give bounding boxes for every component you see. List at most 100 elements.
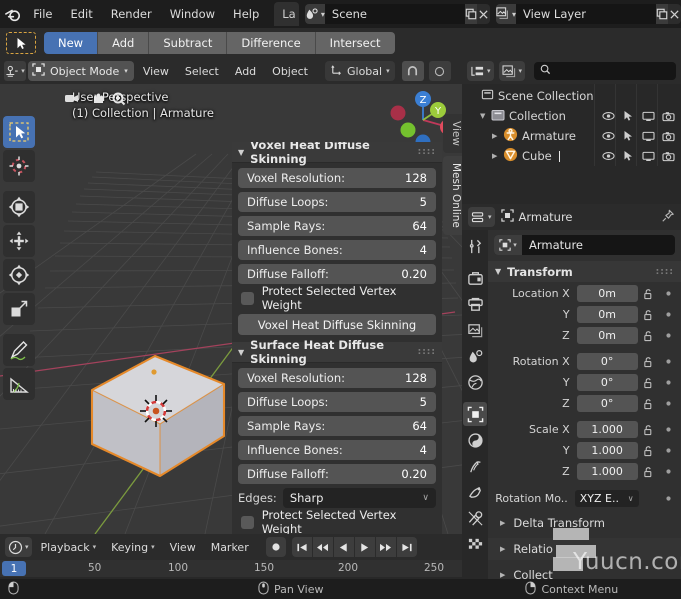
object-id-field[interactable]: ▾ Armature bbox=[494, 235, 675, 255]
object-icon[interactable]: ▾ bbox=[494, 235, 522, 255]
triangle-right-icon[interactable]: ▶ bbox=[492, 132, 503, 140]
monitor-icon[interactable] bbox=[638, 127, 658, 145]
animate-dot-icon[interactable] bbox=[659, 468, 677, 475]
snap-magnet-icon[interactable] bbox=[401, 61, 424, 81]
menu-render[interactable]: Render bbox=[102, 4, 161, 24]
field-influence-bones[interactable]: Influence Bones: 4 bbox=[238, 440, 436, 460]
sidebar-tab-mesh-online[interactable]: Mesh Online bbox=[443, 155, 462, 235]
timeline-editor-icon[interactable]: ▾ bbox=[5, 537, 32, 557]
menu-edit[interactable]: Edit bbox=[61, 4, 101, 24]
object-icon[interactable] bbox=[463, 402, 487, 426]
transform-orientation-selector[interactable]: Global ▾ bbox=[324, 61, 395, 81]
particles-icon[interactable] bbox=[463, 454, 487, 478]
close-icon[interactable] bbox=[477, 4, 490, 24]
output-icon[interactable] bbox=[463, 292, 487, 316]
field-voxel-resolution[interactable]: Voxel Resolution: 128 bbox=[238, 168, 436, 188]
outliner-filter-icon[interactable]: ▾ bbox=[498, 61, 526, 81]
outliner-row-armature[interactable]: ▶ Armature bbox=[462, 126, 681, 146]
record-icon[interactable] bbox=[265, 537, 286, 557]
camera-icon[interactable] bbox=[658, 147, 678, 165]
unlocked-icon[interactable] bbox=[638, 424, 660, 436]
unlocked-icon[interactable] bbox=[638, 330, 660, 342]
row-value[interactable]: 1.000 bbox=[576, 463, 638, 480]
row-value[interactable]: 1.000 bbox=[576, 442, 638, 459]
field-diffuse-falloff[interactable]: Diffuse Falloff: 0.20 bbox=[238, 464, 436, 484]
unlocked-icon[interactable] bbox=[638, 398, 660, 410]
tool-icon[interactable] bbox=[463, 234, 487, 258]
annotate-tool-icon[interactable] bbox=[3, 334, 35, 366]
mode-selector[interactable]: Object Mode ▾ bbox=[28, 61, 134, 81]
timeline-menu-keying[interactable]: Keying ▾ bbox=[105, 539, 160, 556]
edges-dropdown[interactable]: Sharp ∨ bbox=[282, 488, 436, 508]
scene-selector[interactable]: ▾ Scene bbox=[304, 4, 490, 24]
row-value[interactable]: 0° bbox=[576, 374, 638, 391]
timeline-menu-marker[interactable]: Marker bbox=[205, 539, 255, 556]
pin-icon[interactable] bbox=[661, 209, 675, 226]
tweak-select-icon[interactable] bbox=[6, 32, 36, 54]
field-sample-rays[interactable]: Sample Rays: 64 bbox=[238, 216, 436, 236]
view-layer-icon[interactable]: ▾ bbox=[495, 4, 516, 24]
rewind-icon[interactable] bbox=[312, 537, 333, 557]
view-layer-selector[interactable]: ▾ View Layer bbox=[495, 4, 681, 24]
outliner-row-collection[interactable]: ▼ Collection bbox=[462, 106, 681, 126]
boolean-subtract-button[interactable]: Subtract bbox=[149, 32, 228, 54]
boolean-add-button[interactable]: Add bbox=[98, 32, 150, 54]
camera-icon[interactable] bbox=[658, 107, 678, 125]
animate-dot-icon[interactable] bbox=[659, 332, 677, 339]
new-copy-icon[interactable] bbox=[655, 4, 669, 24]
play-icon[interactable] bbox=[354, 537, 375, 557]
menu-help[interactable]: Help bbox=[224, 4, 268, 24]
triangle-down-icon[interactable]: ▼ bbox=[480, 112, 491, 120]
monitor-icon[interactable] bbox=[638, 147, 658, 165]
unlocked-icon[interactable] bbox=[638, 309, 660, 321]
outliner-row-scene-collection[interactable]: Scene Collection bbox=[462, 86, 681, 106]
panel-header[interactable]: ▼ Surface Heat Diffuse Skinning :::: bbox=[232, 338, 442, 366]
viewport-menu-view[interactable]: View bbox=[136, 63, 176, 80]
row-value[interactable]: 0m bbox=[576, 306, 638, 323]
fast-forward-icon[interactable] bbox=[375, 537, 396, 557]
physics-icon[interactable] bbox=[463, 480, 487, 504]
constraints-icon[interactable] bbox=[463, 506, 487, 530]
eye-icon[interactable] bbox=[598, 107, 618, 125]
move-tool-icon[interactable] bbox=[3, 191, 35, 223]
view-layer-name[interactable]: View Layer bbox=[515, 4, 656, 24]
timeline-scrubber[interactable]: 1 50 100 150 200 250 bbox=[0, 560, 462, 577]
unlocked-icon[interactable] bbox=[638, 377, 660, 389]
animate-dot-icon[interactable] bbox=[659, 426, 677, 433]
timeline-menu-playback[interactable]: Playback ▾ bbox=[35, 539, 103, 556]
menu-window[interactable]: Window bbox=[161, 4, 224, 24]
outliner-row-cube[interactable]: ▶ Cube bbox=[462, 146, 681, 166]
world-icon[interactable] bbox=[463, 370, 487, 394]
boolean-new-button[interactable]: New bbox=[44, 32, 99, 54]
row-value[interactable]: 1.000 bbox=[576, 421, 638, 438]
eye-icon[interactable] bbox=[598, 147, 618, 165]
unlocked-icon[interactable] bbox=[638, 288, 660, 300]
jump-end-icon[interactable] bbox=[396, 537, 417, 557]
scene-icon[interactable] bbox=[463, 344, 487, 368]
blender-logo-icon[interactable] bbox=[0, 0, 24, 28]
field-influence-bones[interactable]: Influence Bones: 4 bbox=[238, 240, 436, 260]
scale-tool-icon[interactable] bbox=[3, 259, 35, 291]
cursor-arrow-icon[interactable] bbox=[618, 107, 638, 125]
animate-dot-icon[interactable] bbox=[659, 358, 677, 365]
viewport-menu-add[interactable]: Add bbox=[228, 63, 263, 80]
scene-name[interactable]: Scene bbox=[324, 4, 465, 24]
cursor-arrow-icon[interactable] bbox=[618, 127, 638, 145]
field-diffuse-loops[interactable]: Diffuse Loops: 5 bbox=[238, 392, 436, 412]
animate-dot-icon[interactable] bbox=[659, 311, 677, 318]
jump-start-icon[interactable] bbox=[291, 537, 312, 557]
unlocked-icon[interactable] bbox=[638, 466, 660, 478]
row-value[interactable]: 0m bbox=[576, 285, 638, 302]
field-sample-rays[interactable]: Sample Rays: 64 bbox=[238, 416, 436, 436]
measure-tool-icon[interactable] bbox=[3, 368, 35, 400]
panel-header[interactable]: ▼ Voxel Heat Diffuse Skinning :::: bbox=[232, 142, 442, 166]
search-input[interactable] bbox=[534, 62, 676, 80]
camera-icon[interactable] bbox=[658, 127, 678, 145]
unlocked-icon[interactable] bbox=[638, 356, 660, 368]
row-value[interactable]: 0m bbox=[576, 327, 638, 344]
checkbox-box[interactable] bbox=[241, 515, 254, 529]
play-reverse-icon[interactable] bbox=[333, 537, 354, 557]
properties-editor-icon[interactable]: ▾ bbox=[468, 207, 495, 227]
rotation-mode-dropdown[interactable]: XYZ E.. ∨ bbox=[574, 490, 639, 507]
boolean-difference-button[interactable]: Difference bbox=[227, 32, 316, 54]
